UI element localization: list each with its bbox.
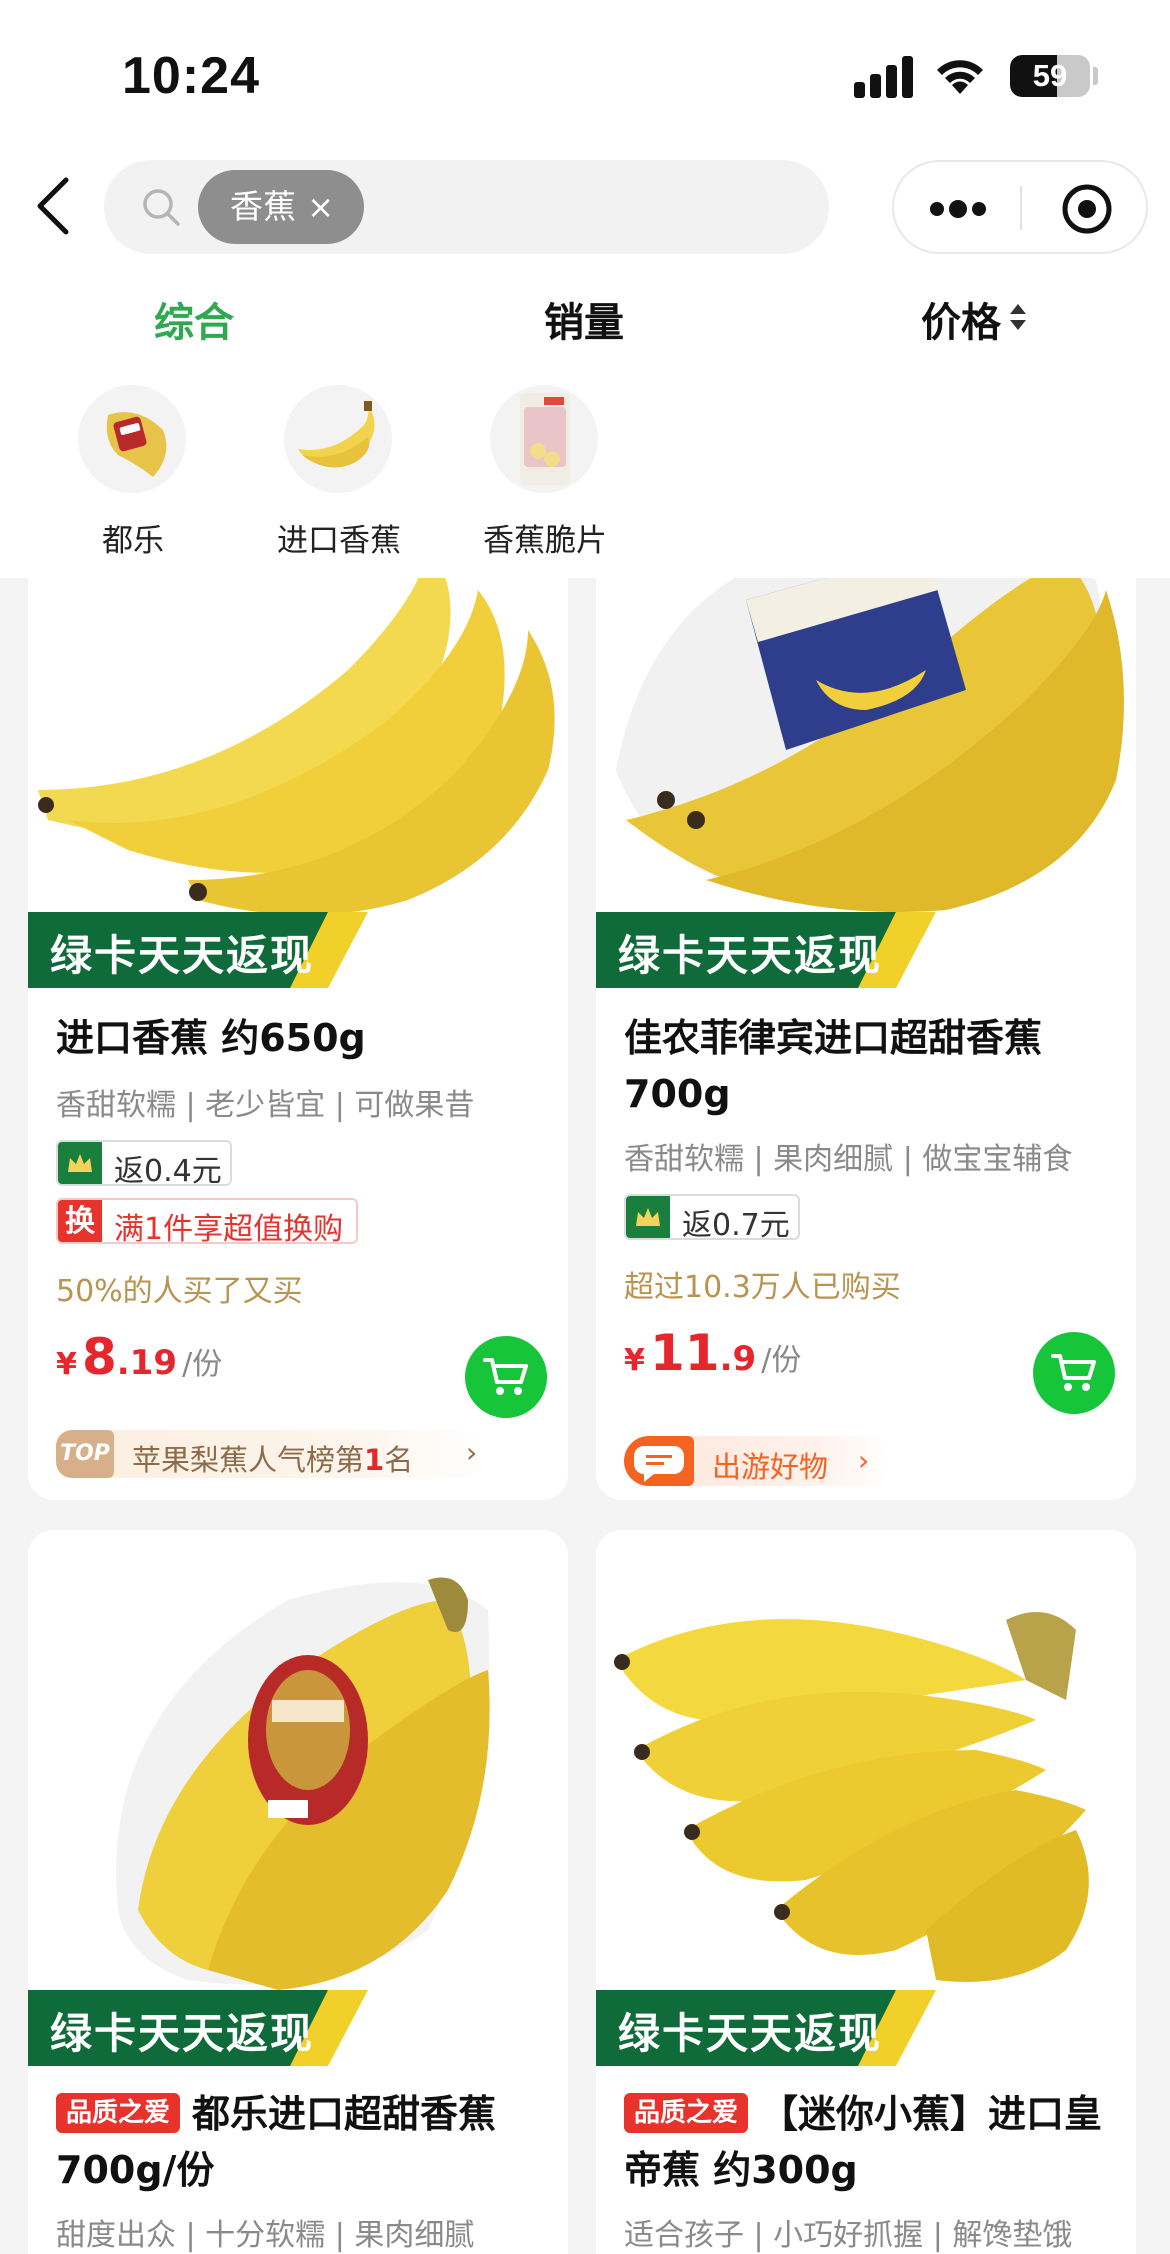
price-unit: /份 [182,1347,223,1382]
top-header: 10:24 59 香蕉 × 综合 销量 价格 都乐 进口香蕉 香蕉脆片 [0,0,1170,578]
price-integer: 8 [81,1328,117,1386]
promo-tag: 换 满1件享超值换购 [56,1198,358,1244]
category-imported-banana[interactable]: 进口香蕉 [244,385,424,565]
travel-tag[interactable]: 出游好物 › [624,1436,890,1486]
chevron-right-icon: › [858,1444,870,1477]
close-miniprogram-icon[interactable] [1060,182,1114,236]
product-subtitle: 香甜软糯 | 果肉细腻 | 做宝宝辅食 [624,1142,1073,1177]
price-integer: 11 [649,1324,720,1382]
search-keyword: 香蕉 [230,187,296,226]
chevron-right-icon: › [466,1436,478,1469]
cashback-amount: 返0.7元 [682,1208,790,1240]
product-title[interactable]: 佳农菲律宾进口超甜香蕉 700g [624,1010,1124,1122]
product-subtitle: 适合孩子 | 小巧好抓握 | 解馋垫饿 [624,2218,1073,2253]
capsule-divider [1020,186,1022,230]
category-dole[interactable]: 都乐 [38,385,218,565]
product-image [596,520,1136,920]
category-label: 进口香蕉 [277,523,401,559]
product-title[interactable]: 品质之爱 【迷你小蕉】进口皇帝蕉 约300g [624,2086,1124,2198]
product-image [596,1530,1136,2000]
cashback-banner: 绿卡天天返现 [28,912,368,988]
sort-tab-sales[interactable]: 销量 [544,290,624,348]
crown-icon [626,1196,670,1238]
product-subtitle: 香甜软糯 | 老少皆宜 | 可做果昔 [56,1088,475,1123]
product-card[interactable]: 绿卡天天返现 品质之爱 【迷你小蕉】进口皇帝蕉 约300g 适合孩子 | 小巧好抓… [596,1530,1136,2254]
category-label: 都乐 [102,523,164,559]
product-card[interactable]: 绿卡天天返现 品质之爱 都乐进口超甜香蕉700g/份 甜度出众 | 十分软糯 | … [28,1530,568,2254]
product-title[interactable]: 进口香蕉 约650g [56,1010,556,1066]
cellular-signal-icon [854,56,914,98]
battery-tip [1093,67,1098,85]
product-image [28,520,568,920]
product-price: ¥ 11.9 /份 [624,1324,801,1382]
cashback-banner: 绿卡天天返现 [596,1990,936,2066]
cart-icon [1051,1354,1096,1391]
search-keyword-chip[interactable]: 香蕉 × [198,170,364,244]
ranking-tag[interactable]: TOP 苹果梨蕉人气榜第1名 › [56,1430,486,1478]
category-thumb [490,385,598,493]
chat-bubble-icon [624,1436,694,1486]
chip-close-icon[interactable]: × [307,170,334,244]
category-banana-chips[interactable]: 香蕉脆片 [450,385,630,565]
status-time: 10:24 [122,47,260,105]
social-proof: 50%的人买了又买 [56,1274,303,1309]
promo-text: 满1件享超值换购 [114,1212,344,1244]
ranking-text: 苹果梨蕉人气榜第1名 [132,1443,414,1477]
quality-badge: 品质之爱 [56,2093,181,2133]
cashback-banner-text: 绿卡天天返现 [50,931,315,980]
price-decimal: .9 [719,1339,757,1379]
price-decimal: .19 [116,1343,177,1383]
search-icon [143,189,180,226]
cashback-amount: 返0.4元 [114,1154,222,1186]
more-dots-icon[interactable] [928,200,988,218]
sort-tab-overall[interactable]: 综合 [154,290,234,348]
cashback-banner: 绿卡天天返现 [596,912,936,988]
add-to-cart-button[interactable] [465,1336,547,1418]
quality-badge: 品质之爱 [624,2093,749,2133]
travel-tag-text: 出游好物 [712,1450,829,1484]
category-thumb [284,385,392,493]
wifi-icon [937,60,983,94]
product-price: ¥ 8.19 /份 [56,1328,222,1386]
product-title[interactable]: 品质之爱 都乐进口超甜香蕉700g/份 [56,2086,556,2198]
cashback-tag: 返0.7元 [624,1194,800,1240]
product-card[interactable]: 绿卡天天返现 进口香蕉 约650g 香甜软糯 | 老少皆宜 | 可做果昔 返0.… [28,520,568,1500]
category-label: 香蕉脆片 [483,523,607,559]
battery-level: 59 [1032,58,1068,93]
back-arrow-icon[interactable] [26,172,86,240]
price-unit: /份 [761,1343,802,1378]
price-currency: ¥ [56,1347,77,1382]
sort-tab-price[interactable]: 价格 [921,290,1001,348]
add-to-cart-button[interactable] [1033,1332,1115,1414]
social-proof: 超过10.3万人已购买 [624,1270,901,1305]
cashback-banner-text: 绿卡天天返现 [618,2009,883,2058]
cashback-banner: 绿卡天天返现 [28,1990,368,2066]
product-image [28,1530,568,2000]
price-currency: ¥ [624,1343,645,1378]
battery-icon: 59 [1010,55,1090,97]
category-thumb [78,385,186,493]
crown-icon [58,1142,102,1184]
cashback-banner-text: 绿卡天天返现 [618,931,883,980]
top-badge: TOP [56,1430,114,1478]
search-input[interactable]: 香蕉 × [104,160,829,254]
sort-bar: 综合 销量 价格 [0,280,1170,360]
category-shortcuts: 都乐 进口香蕉 香蕉脆片 [0,385,1170,565]
cashback-banner-text: 绿卡天天返现 [50,2009,315,2058]
exchange-icon: 换 [58,1200,102,1242]
product-card[interactable]: 绿卡天天返现 佳农菲律宾进口超甜香蕉 700g 香甜软糯 | 果肉细腻 | 做宝… [596,520,1136,1500]
cashback-tag: 返0.4元 [56,1140,232,1186]
cart-icon [483,1358,528,1395]
status-bar: 10:24 59 [0,0,1170,150]
miniprogram-capsule [892,160,1148,254]
product-subtitle: 甜度出众 | 十分软糯 | 果肉细腻 [56,2218,475,2253]
sort-caret-icon [1010,304,1026,330]
